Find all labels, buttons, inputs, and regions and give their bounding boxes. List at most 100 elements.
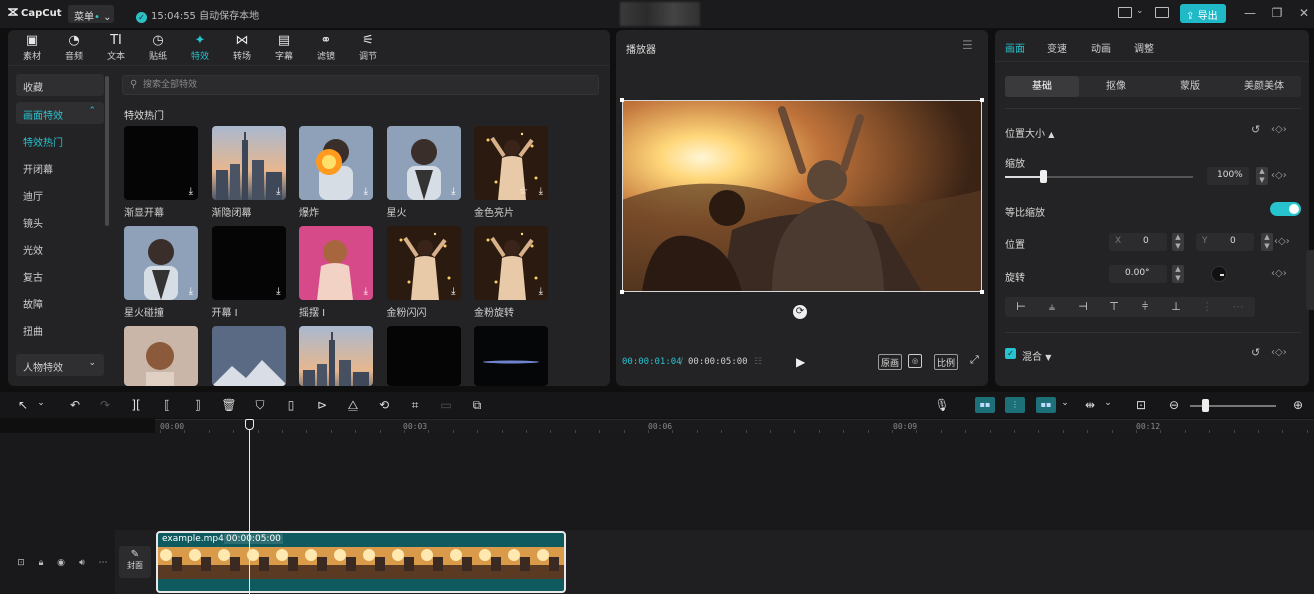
effect-thumbnail[interactable]: ⤓ <box>474 226 548 300</box>
download-icon[interactable]: ⤓ <box>189 286 193 297</box>
microphone-icon[interactable]: 🎙 <box>933 398 951 412</box>
tab-adjust[interactable]: ⚟ 调节 <box>348 33 388 65</box>
category-item[interactable]: 特效热门 <box>16 129 104 151</box>
align-icon[interactable]: ⋮ <box>1197 300 1217 313</box>
linkage-icon[interactable]: ▪▪ <box>1036 397 1056 413</box>
volume-icon[interactable]: 🔊︎ <box>76 558 88 568</box>
props-subtab[interactable]: 基础 <box>1005 76 1079 97</box>
scale-stepper[interactable]: ▲ ▼ <box>1256 167 1268 185</box>
fullscreen-icon[interactable]: ⤢ <box>970 353 979 367</box>
playhead[interactable] <box>249 426 250 594</box>
effect-thumbnail[interactable] <box>474 326 548 386</box>
scale-value-input[interactable]: 100% <box>1207 167 1249 185</box>
rotation-input[interactable]: 0.00° <box>1109 265 1167 283</box>
freeze-icon[interactable]: ▯ <box>282 398 300 412</box>
auto-snap-icon[interactable]: ⋮ <box>1005 397 1025 413</box>
effect-thumbnail[interactable]: ⤓ <box>299 226 373 300</box>
preview-axis-icon[interactable]: ⇹ <box>1081 398 1099 412</box>
delete-icon[interactable]: 🗑 <box>220 398 238 412</box>
effect-thumbnail[interactable] <box>211 326 286 386</box>
redo-icon[interactable]: ↷ <box>96 398 114 412</box>
download-icon[interactable]: ⤓ <box>451 286 455 297</box>
resize-handle[interactable] <box>980 98 984 102</box>
undo-icon[interactable]: ↶ <box>66 398 84 412</box>
rotate-icon[interactable]: ⟲ <box>375 398 393 412</box>
effect-thumbnail[interactable]: ⤓ <box>211 226 286 300</box>
download-icon[interactable]: ⤓ <box>276 186 280 197</box>
tab-transition[interactable]: ⋈ 转场 <box>222 33 262 65</box>
rotate-handle-icon[interactable]: ⟳ <box>793 305 807 319</box>
category-item[interactable]: 画面特效 ⌃ <box>16 102 104 124</box>
search-input[interactable] <box>143 78 583 92</box>
tab-caption[interactable]: ▤ 字幕 <box>264 33 304 65</box>
rotation-stepper[interactable]: ▲ ▼ <box>1172 265 1184 283</box>
align-icon[interactable]: ⊢ <box>1011 300 1031 313</box>
effect-thumbnail[interactable] <box>386 326 461 386</box>
effect-thumbnail[interactable]: ☆ ⤓ <box>474 126 548 200</box>
x-stepper[interactable]: ▲ ▼ <box>1172 233 1184 251</box>
minimize-icon[interactable]: — <box>1242 5 1258 21</box>
tab-filter[interactable]: ⚭ 滤镜 <box>306 33 346 65</box>
effect-thumbnail[interactable]: ⤓ <box>124 126 198 200</box>
download-icon[interactable]: ⤓ <box>364 286 368 297</box>
resize-handle[interactable] <box>980 290 984 294</box>
zoom-in-icon[interactable]: ⊕ <box>1289 398 1307 412</box>
effects-search[interactable]: ⚲ <box>122 75 599 95</box>
main-track-magnet-icon[interactable]: ▪▪ <box>975 397 995 413</box>
rotation-dial[interactable] <box>1211 266 1227 282</box>
effect-thumbnail[interactable] <box>124 326 198 386</box>
ratio-button[interactable]: 比例 <box>934 354 959 370</box>
download-icon[interactable]: ⤓ <box>451 186 455 197</box>
export-button[interactable]: ⇪ 导出 <box>1180 4 1226 23</box>
close-icon[interactable]: ✕ <box>1296 5 1312 21</box>
align-icon[interactable]: ⊤ <box>1104 300 1124 313</box>
keyframe-icon[interactable]: ‹◇› <box>1271 124 1287 135</box>
props-subtab[interactable]: 蒙版 <box>1153 76 1227 97</box>
download-icon[interactable]: ⤓ <box>276 286 280 297</box>
category-item[interactable]: 故障 <box>16 291 104 313</box>
scale-slider-knob[interactable] <box>1039 170 1047 183</box>
menu-button[interactable]: 菜单• ⌄ <box>68 5 114 23</box>
marker-icon[interactable]: ⛉ <box>251 398 269 413</box>
keyframe-icon[interactable]: ‹◇› <box>1274 236 1290 247</box>
video-bounding-frame[interactable] <box>622 100 982 292</box>
category-item[interactable]: 扭曲 <box>16 318 104 340</box>
download-icon[interactable]: ⤓ <box>364 186 368 197</box>
split-left-icon[interactable]: ⟦ <box>158 398 176 412</box>
video-clip[interactable]: example.mp4 00:00:05:00 <box>156 531 566 593</box>
effect-thumbnail[interactable]: ⤓ <box>124 226 198 300</box>
effect-thumbnail[interactable] <box>299 326 373 386</box>
category-item[interactable]: 开闭幕 <box>16 156 104 178</box>
tab-media[interactable]: ▣ 素材 <box>12 33 52 65</box>
select-tool-icon[interactable]: ↖ <box>14 398 32 412</box>
play-button[interactable]: ▶ <box>796 355 805 369</box>
eye-icon[interactable]: ◉ <box>55 558 67 568</box>
lock-icon[interactable]: 🔒︎ <box>35 558 47 568</box>
category-scrollbar[interactable] <box>105 76 109 226</box>
uniform-scale-toggle[interactable] <box>1270 202 1301 216</box>
download-icon[interactable]: ⤓ <box>189 186 193 197</box>
blend-label[interactable]: 混合 ▼ <box>1022 348 1051 363</box>
props-subtab[interactable]: 抠像 <box>1079 76 1153 97</box>
ai-edit-icon[interactable]: ▭ <box>437 398 455 412</box>
maximize-icon[interactable]: ❐ <box>1269 5 1285 21</box>
position-y-input[interactable]: Y 0 <box>1196 233 1254 251</box>
category-item[interactable]: 收藏 <box>16 74 104 96</box>
align-icon[interactable]: ⫨ <box>1042 300 1062 314</box>
more-icon[interactable]: ⋯ <box>97 558 109 568</box>
replace-icon[interactable]: ⧉ <box>468 398 486 413</box>
zoom-out-icon[interactable]: ⊖ <box>1165 398 1183 412</box>
menu-icon[interactable]: ☰ <box>962 38 973 52</box>
reset-icon[interactable]: ↺ <box>1251 123 1260 136</box>
zoom-slider-knob[interactable] <box>1202 399 1209 412</box>
resize-handle[interactable] <box>620 290 624 294</box>
panel-collapse-handle[interactable] <box>1306 250 1314 310</box>
crop-icon[interactable]: ⌗ <box>406 398 424 413</box>
keyframe-icon[interactable]: ‹◇› <box>1271 268 1287 279</box>
layout-dropdown-icon[interactable]: ⌄ <box>1136 6 1144 16</box>
category-item[interactable]: 光效 <box>16 237 104 259</box>
props-tab[interactable]: 动画 <box>1091 40 1111 55</box>
category-item[interactable]: 迪厅 <box>16 183 104 205</box>
position-x-input[interactable]: X 0 <box>1109 233 1167 251</box>
original-quality-button[interactable]: 原画 <box>878 354 903 370</box>
